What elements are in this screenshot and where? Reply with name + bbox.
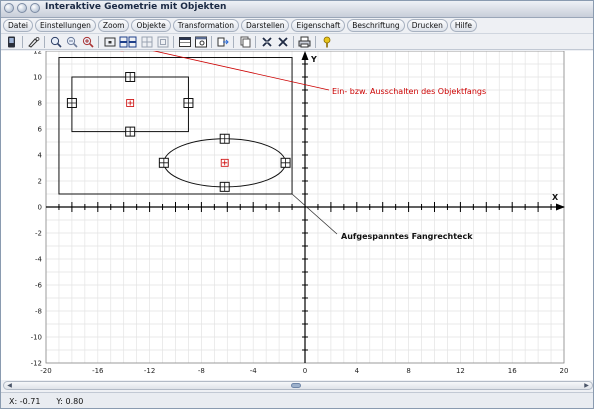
status-bar: X: -0.71 Y: 0.80 <box>1 392 593 408</box>
scroll-left-icon[interactable]: ◀ <box>5 382 14 389</box>
close-window-button[interactable] <box>4 3 14 13</box>
x-tick-label: -12 <box>144 367 155 375</box>
phone-icon[interactable] <box>5 35 18 48</box>
minimize-window-button[interactable] <box>17 3 27 13</box>
scrollbar-thumb[interactable] <box>291 383 301 388</box>
scroll-right-icon[interactable]: ▶ <box>582 382 591 389</box>
y-tick-label: -6 <box>35 282 43 290</box>
toolbar-separator <box>211 35 212 48</box>
horizontal-scrollbar[interactable]: ◀ ▶ <box>3 381 593 390</box>
y-tick-label: 6 <box>38 126 43 134</box>
zoom-in-icon[interactable] <box>49 35 62 48</box>
pencil-icon[interactable] <box>27 35 40 48</box>
window-controls <box>4 3 40 13</box>
snap-toggle-icon[interactable] <box>119 35 137 48</box>
callouts: Ein- bzw. Ausschalten des Objektfangs Auf… <box>119 51 486 241</box>
zoom-fit-icon[interactable] <box>81 35 94 48</box>
title-bar: Interaktive Geometrie mit Objekten <box>1 1 593 18</box>
y-tick-label: -8 <box>35 308 42 316</box>
y-tick-label: -10 <box>31 334 42 342</box>
x-tick-label: -8 <box>198 367 205 375</box>
grid-icon-1[interactable] <box>140 35 153 48</box>
x-tick-label: 12 <box>456 367 465 375</box>
toolbar-separator <box>293 35 294 48</box>
maximize-window-button[interactable] <box>30 3 40 13</box>
y-tick-label: 4 <box>38 152 43 160</box>
y-axis-label: Y <box>310 55 317 64</box>
toolbar <box>1 33 593 50</box>
snap-icon[interactable] <box>103 35 116 48</box>
toolbar-separator <box>173 35 174 48</box>
menu-transformation[interactable]: Transformation <box>172 18 240 32</box>
menu-hilfe[interactable]: Hilfe <box>449 18 477 32</box>
copy-icon[interactable] <box>238 35 251 48</box>
toolbar-separator <box>233 35 234 48</box>
y-tick-label: -4 <box>35 256 43 264</box>
x-tick-label: 4 <box>355 367 360 375</box>
cross-icon-1[interactable] <box>260 35 273 48</box>
x-tick-label: -16 <box>92 367 104 375</box>
x-tick-label: -4 <box>250 367 258 375</box>
coordinate-plot[interactable]: -20 -16 -12 -8 -4 0 4 8 12 16 20121086420-2-4-6-8-… <box>1 51 594 380</box>
toolbar-separator <box>22 35 23 48</box>
window-icon[interactable] <box>194 35 207 48</box>
x-axis-label: X <box>552 193 559 202</box>
menu-beschriftung[interactable]: Beschriftung <box>347 18 405 32</box>
drawing-canvas[interactable]: -20 -16 -12 -8 -4 0 4 8 12 16 20 12 10 8 6 4 2 0 -2 -4 -6 -8-… <box>1 51 594 380</box>
status-y-coordinate: Y: 0.80 <box>56 397 84 406</box>
y-tick-label: -12 <box>31 360 42 368</box>
table-icon[interactable] <box>178 35 191 48</box>
zoom-out-icon[interactable] <box>65 35 78 48</box>
y-tick-label: 8 <box>38 100 42 108</box>
menu-drucken[interactable]: Drucken <box>406 18 448 32</box>
rect-callout-line <box>291 193 338 235</box>
status-x-coordinate: X: -0.71 <box>9 397 41 406</box>
toolbar-separator <box>315 35 316 48</box>
center-marker-cross <box>222 160 228 166</box>
app-window: Interaktive Geometrie mit Objekten Datei… <box>0 0 594 409</box>
window-title: Interaktive Geometrie mit Objekten <box>45 2 227 12</box>
menu-einstellungen[interactable]: Einstellungen <box>35 18 96 32</box>
x-tick-label: 20 <box>560 367 569 375</box>
y-tick-label: 2 <box>38 178 42 186</box>
export-icon[interactable] <box>216 35 229 48</box>
y-tick-label: 10 <box>33 74 42 82</box>
x-tick-label: 0 <box>303 367 307 375</box>
y-tick-label: 0 <box>38 204 42 212</box>
menu-darstellen[interactable]: Darstellen <box>241 18 290 32</box>
x-tick-label: 16 <box>508 367 517 375</box>
toolbar-separator <box>255 35 256 48</box>
y-tick-label: 12 <box>33 51 42 56</box>
grid-icon-2[interactable] <box>156 35 169 48</box>
x-tick-label: 8 <box>406 367 410 375</box>
x-tick-label: -20 <box>40 367 51 375</box>
menu-zoom[interactable]: Zoom <box>97 18 130 32</box>
help-icon[interactable] <box>320 35 333 48</box>
toolbar-separator <box>98 35 99 48</box>
y-axis-arrow <box>301 51 309 60</box>
snap-callout-line <box>152 51 330 91</box>
menu-eigenschaft[interactable]: Eigenschaft <box>291 18 346 32</box>
menu-datei[interactable]: Datei <box>3 18 34 32</box>
menu-objekte[interactable]: Objekte <box>131 18 171 32</box>
menu-bar: Datei Einstellungen Zoom Objekte Transfo… <box>1 18 593 32</box>
tick-labels: -20 -16 -12 -8 -4 0 4 8 12 16 20121086420-2-4-6-8-… <box>31 51 569 375</box>
center-marker-cross <box>127 100 133 106</box>
y-tick-label: -2 <box>35 230 42 238</box>
snap-callout-text: Ein- bzw. Ausschalten des Objektfangs <box>332 87 486 96</box>
cross-icon-2[interactable] <box>276 35 289 48</box>
rect-callout-text: Aufgespanntes Fangrechteck <box>341 232 473 241</box>
print-icon[interactable] <box>298 35 311 48</box>
toolbar-separator <box>44 35 45 48</box>
